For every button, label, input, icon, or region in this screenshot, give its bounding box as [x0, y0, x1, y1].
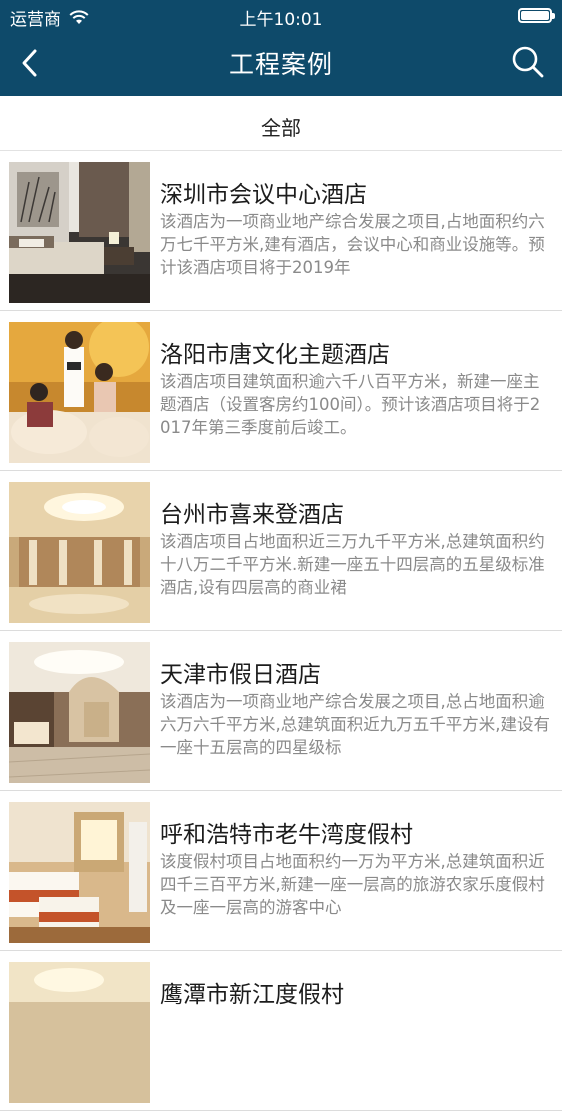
case-thumbnail-hotel-room [9, 162, 150, 303]
app-header: 运营商 上午10:01 工程案例 [0, 0, 562, 96]
case-list-item[interactable]: 深圳市会议中心酒店 该酒店为一项商业地产综合发展之项目,占地面积约六万七千平方米… [0, 151, 562, 311]
battery-icon [518, 8, 555, 23]
case-thumbnail-lounge [9, 322, 150, 463]
case-list-item[interactable]: 洛阳市唐文化主题酒店 该酒店项目建筑面积逾六千八百平方米，新建一座主题酒店（设置… [0, 311, 562, 471]
case-list-item[interactable]: 呼和浩特市老牛湾度假村 该度假村项目占地面积约一万为平方米,总建筑面积近四千三百… [0, 791, 562, 951]
status-bar: 运营商 上午10:01 [0, 0, 562, 32]
search-button[interactable] [510, 44, 546, 80]
case-list-item[interactable]: 鹰潭市新江度假村 [0, 951, 562, 1111]
filter-all-tab[interactable]: 全部 [0, 112, 562, 141]
search-icon [512, 46, 544, 78]
case-description: 该酒店项目建筑面积逾六千八百平方米，新建一座主题酒店（设置客房约100间）。预计… [160, 372, 541, 437]
case-description: 该酒店为一项商业地产综合发展之项目,占地面积约六万七千平方米,建有酒店，会议中心… [160, 212, 545, 277]
case-description: 该酒店项目占地面积近三万九千平方米,总建筑面积约十八万二千平方米.新建一座五十四… [160, 532, 545, 597]
case-list-item[interactable]: 台州市喜来登酒店 该酒店项目占地面积近三万九千平方米,总建筑面积约十八万二千平方… [0, 471, 562, 631]
case-list: 深圳市会议中心酒店 该酒店为一项商业地产综合发展之项目,占地面积约六万七千平方米… [0, 151, 562, 1111]
case-title: 呼和浩特市老牛湾度假村 [160, 822, 413, 848]
case-title: 天津市假日酒店 [160, 662, 321, 688]
case-description [160, 1010, 550, 1079]
case-title: 深圳市会议中心酒店 [160, 182, 367, 208]
page-title: 工程案例 [228, 50, 333, 79]
case-description: 该酒店为一项商业地产综合发展之项目,总占地面积逾六万六千平方米,总建筑面积近九万… [160, 692, 550, 757]
case-title: 洛阳市唐文化主题酒店 [160, 342, 390, 368]
status-time: 上午10:01 [239, 10, 323, 30]
case-title: 鹰潭市新江度假村 [160, 982, 344, 1008]
case-thumbnail-lobby [9, 482, 150, 623]
filter-bar: 全部 [0, 96, 562, 151]
case-description: 该度假村项目占地面积约一万为平方米,总建筑面积近四千三百平方米,新建一座一层高的… [160, 852, 545, 917]
case-thumbnail-reception [9, 642, 150, 783]
case-title: 台州市喜来登酒店 [160, 502, 344, 528]
nav-bar: 工程案例 [0, 32, 562, 96]
case-list-item[interactable]: 天津市假日酒店 该酒店为一项商业地产综合发展之项目,总占地面积逾六万六千平方米,… [0, 631, 562, 791]
case-thumbnail-resort [9, 962, 150, 1103]
case-thumbnail-guest-room [9, 802, 150, 943]
